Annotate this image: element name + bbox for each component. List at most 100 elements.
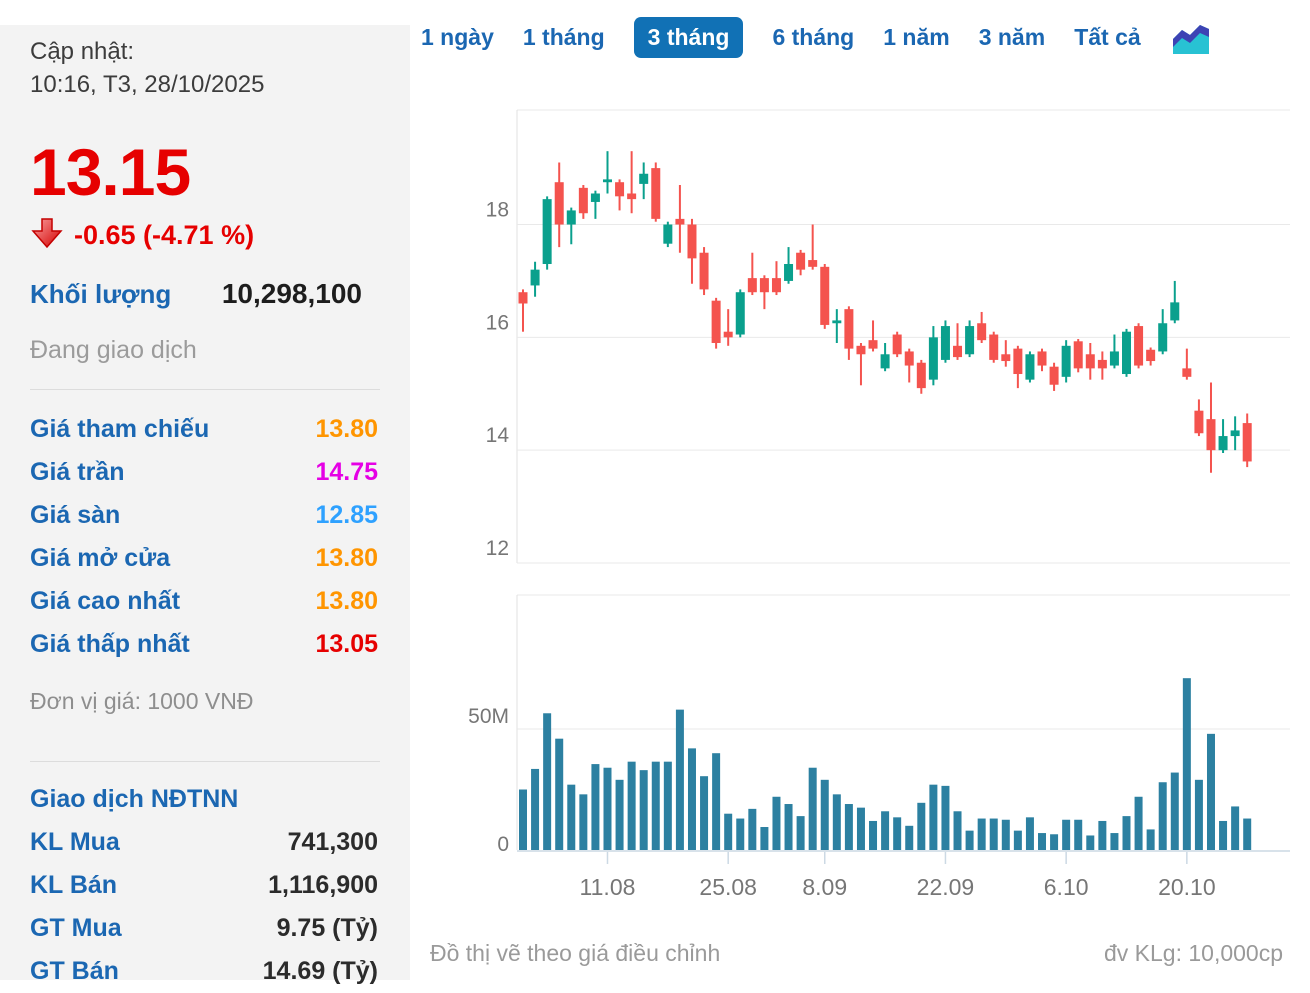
volume-bar xyxy=(929,785,937,850)
candle-body xyxy=(953,346,962,357)
tab-1-ngay[interactable]: 1 ngày xyxy=(421,24,494,51)
volume-bar xyxy=(748,809,756,850)
tab-6-thang[interactable]: 6 tháng xyxy=(772,24,854,51)
tab-3-nam[interactable]: 3 năm xyxy=(979,24,1045,51)
volume-bar xyxy=(1074,820,1082,850)
price-table-value: 14.75 xyxy=(315,458,378,487)
candle-body xyxy=(603,179,612,182)
x-axis-label: 20.10 xyxy=(1158,874,1216,900)
price-table-row: Giá trần14.75 xyxy=(30,451,378,494)
candle-body xyxy=(989,335,998,360)
candle-body xyxy=(1050,367,1059,385)
candle-body xyxy=(700,253,709,290)
area-chart-icon[interactable] xyxy=(1170,19,1212,57)
candle-body xyxy=(736,292,745,334)
foreign-table-row: GT Mua9.75 (Tỷ) xyxy=(30,907,378,950)
candle-body xyxy=(796,253,805,270)
volume-bar xyxy=(869,821,877,850)
candle-body xyxy=(1146,350,1155,361)
price-table-label: Giá mở cửa xyxy=(30,544,170,573)
volume-bar xyxy=(1195,780,1203,850)
price-reference-table: Giá tham chiếu13.80Giá trần14.75Giá sàn1… xyxy=(30,408,378,666)
volume-bar xyxy=(978,819,986,850)
volume-bar xyxy=(603,768,611,850)
volume-bar xyxy=(845,804,853,850)
candle-body xyxy=(1062,346,1071,377)
volume-bar xyxy=(772,797,780,850)
arrow-down-icon xyxy=(30,217,64,254)
volume-bar xyxy=(881,811,889,850)
price-volume-chart[interactable]: 1816141250M011.0825.088.0922.096.1020.10 xyxy=(410,0,1310,980)
volume-bar xyxy=(785,804,793,850)
candle-body xyxy=(1134,326,1143,365)
volume-bar xyxy=(809,768,817,850)
candle-body xyxy=(1110,351,1119,365)
volume-bar xyxy=(917,803,925,850)
volume-bar xyxy=(941,786,949,850)
price-table-value: 13.80 xyxy=(315,415,378,444)
candle-body xyxy=(675,219,684,225)
volume-bar xyxy=(591,764,599,850)
candle-body xyxy=(1219,436,1228,450)
volume-bar xyxy=(616,780,624,850)
candle-body xyxy=(1098,360,1107,368)
time-range-tabs: 1 ngày 1 tháng 3 tháng 6 tháng 1 năm 3 năm Tất… xyxy=(421,17,1212,58)
candle-body xyxy=(1074,341,1083,368)
candle-body xyxy=(1038,351,1047,365)
volume-bar xyxy=(1159,782,1167,850)
volume-bar xyxy=(905,826,913,850)
volume-bar xyxy=(1014,831,1022,850)
divider xyxy=(30,761,380,762)
tab-1-thang[interactable]: 1 tháng xyxy=(523,24,605,51)
price-table-value: 13.80 xyxy=(315,544,378,573)
x-axis-label: 6.10 xyxy=(1044,874,1089,900)
stock-quote-page: { "update_panel": { "label": "Cập nhật:"… xyxy=(0,0,1310,980)
chart-footnote-adjusted: Đồ thị vẽ theo giá điều chỉnh xyxy=(430,940,720,967)
volume-bar xyxy=(1098,821,1106,850)
price-y-axis-label: 14 xyxy=(486,424,510,447)
volume-bar xyxy=(676,710,684,850)
volume-bar xyxy=(1038,833,1046,850)
price-table-label: Giá cao nhất xyxy=(30,587,180,616)
tab-1-nam[interactable]: 1 năm xyxy=(883,24,949,51)
candle-body xyxy=(808,260,817,267)
candle-body xyxy=(1243,423,1252,461)
price-change-text: -0.65 (-4.71 %) xyxy=(74,220,254,251)
price-table-value: 13.05 xyxy=(315,630,378,659)
volume-bar xyxy=(1123,816,1131,850)
volume-bar xyxy=(555,739,563,850)
candle-body xyxy=(1122,332,1131,374)
volume-bar xyxy=(833,794,841,850)
candle-body xyxy=(905,351,914,365)
candle-body xyxy=(555,182,564,224)
volume-bar xyxy=(1050,834,1058,850)
volume-bar xyxy=(1062,820,1070,850)
volume-label: Khối lượng xyxy=(30,279,171,310)
candle-body xyxy=(579,188,588,213)
volume-row: Khối lượng 10,298,100 xyxy=(30,278,362,310)
price-table-row: Giá thấp nhất13.05 xyxy=(30,623,378,666)
tab-3-thang[interactable]: 3 tháng xyxy=(634,17,744,58)
foreign-table-value: 9.75 (Tỷ) xyxy=(277,914,378,943)
volume-bar xyxy=(579,794,587,850)
price-table-row: Giá mở cửa 13.80 xyxy=(30,537,378,580)
foreign-table-label: KL Bán xyxy=(30,871,117,900)
foreign-table-label: GT Bán xyxy=(30,957,119,986)
price-table-label: Giá tham chiếu xyxy=(30,415,209,444)
candle-body xyxy=(1001,354,1010,361)
candle-body xyxy=(1194,411,1203,434)
volume-bar xyxy=(821,780,829,850)
volume-y-axis-label: 50M xyxy=(468,705,509,728)
volume-bar xyxy=(736,819,744,850)
volume-bar xyxy=(1002,820,1010,850)
volume-bar xyxy=(857,808,865,850)
candle-body xyxy=(1170,302,1179,320)
last-update-label: Cập nhật: xyxy=(30,35,380,68)
volume-bar xyxy=(797,816,805,850)
volume-bar xyxy=(1183,678,1191,850)
foreign-trading-table: KL Mua741,300KL Bán1,116,900GT Mua9.75 (… xyxy=(30,821,378,993)
tab-tat-ca[interactable]: Tất cả xyxy=(1074,24,1140,51)
foreign-table-row: KL Bán1,116,900 xyxy=(30,864,378,907)
volume-bar xyxy=(1231,806,1239,850)
candle-body xyxy=(639,174,648,184)
